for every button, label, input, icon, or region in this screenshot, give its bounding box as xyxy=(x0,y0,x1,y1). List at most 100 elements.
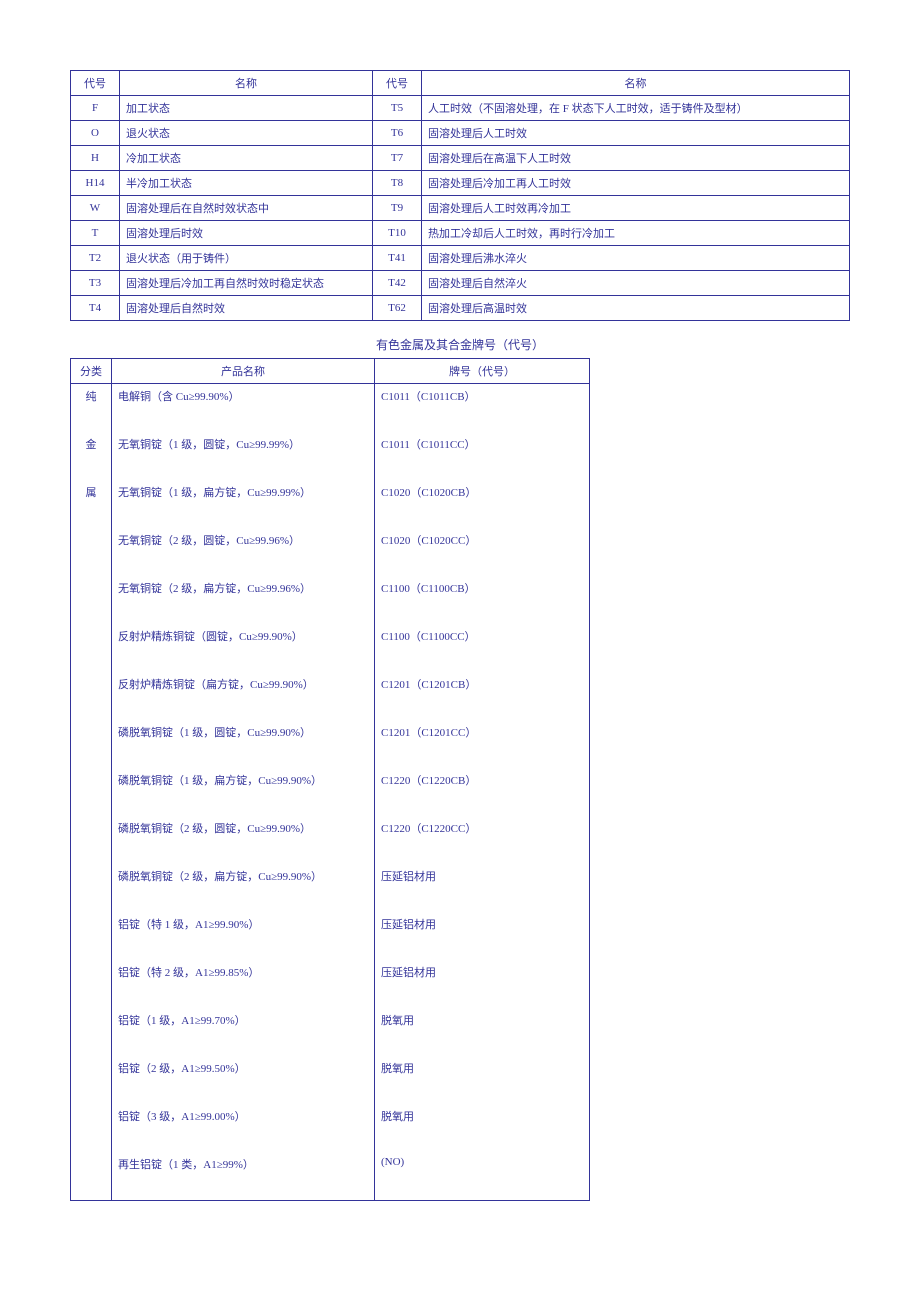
table-cell: 加工状态 xyxy=(120,96,373,121)
table-row: 铝锭（特 1 级，A1≥99.90%）压延铝材用 xyxy=(71,912,590,960)
table-row: 铝锭（1 级，A1≥99.70%）脱氧用 xyxy=(71,1008,590,1056)
table-row: T4固溶处理后自然时效T62固溶处理后高温时效 xyxy=(71,296,850,321)
table-cell: 固溶处理后在高温下人工时效 xyxy=(422,146,850,171)
table-cell-product: 无氧铜锭（1 级，圆锭，Cu≥99.99%） xyxy=(112,432,375,480)
table-row: T2退火状态（用于铸件）T41固溶处理后沸水淬火 xyxy=(71,246,850,271)
table-cell-grade: 脱氧用 xyxy=(375,1008,590,1056)
table-cell-category xyxy=(71,1008,112,1056)
header-category: 分类 xyxy=(71,359,112,384)
table-temper-codes: 代号 名称 代号 名称 F加工状态T5人工时效（不固溶处理，在 F 状态下人工时… xyxy=(70,70,850,321)
table-cell: T6 xyxy=(373,121,422,146)
table-cell-product: 无氧铜锭（1 级，扁方锭，Cu≥99.99%） xyxy=(112,480,375,528)
table-cell-grade: C1011（C1011CC） xyxy=(375,432,590,480)
table-cell: 固溶处理后人工时效再冷加工 xyxy=(422,196,850,221)
table-row: F加工状态T5人工时效（不固溶处理，在 F 状态下人工时效，适于铸件及型材） xyxy=(71,96,850,121)
table-cell: 冷加工状态 xyxy=(120,146,373,171)
table-cell-grade: 压延铝材用 xyxy=(375,960,590,1008)
table-cell-grade: C1220（C1220CB） xyxy=(375,768,590,816)
table-cell: 固溶处理后时效 xyxy=(120,221,373,246)
table-cell: T62 xyxy=(373,296,422,321)
table-cell: T42 xyxy=(373,271,422,296)
header-product: 产品名称 xyxy=(112,359,375,384)
table-row: 金无氧铜锭（1 级，圆锭，Cu≥99.99%）C1011（C1011CC） xyxy=(71,432,590,480)
table-cell: 固溶处理后人工时效 xyxy=(422,121,850,146)
table-cell: 人工时效（不固溶处理，在 F 状态下人工时效，适于铸件及型材） xyxy=(422,96,850,121)
table-row: H冷加工状态T7固溶处理后在高温下人工时效 xyxy=(71,146,850,171)
table-cell-product: 铝锭（2 级，A1≥99.50%） xyxy=(112,1056,375,1104)
table-cell-product: 反射炉精炼铜锭（扁方锭，Cu≥99.90%） xyxy=(112,672,375,720)
table-cell-product: 铝锭（特 1 级，A1≥99.90%） xyxy=(112,912,375,960)
table-cell: 固溶处理后冷加工再自然时效时稳定状态 xyxy=(120,271,373,296)
table-cell: H xyxy=(71,146,120,171)
table-cell-grade: C1220（C1220CC） xyxy=(375,816,590,864)
table-cell-category xyxy=(71,576,112,624)
table-row: 无氧铜锭（2 级，圆锭，Cu≥99.96%）C1020（C1020CC） xyxy=(71,528,590,576)
table-row: 磷脱氧铜锭（2 级，圆锭，Cu≥99.90%）C1220（C1220CC） xyxy=(71,816,590,864)
table-cell-category xyxy=(71,816,112,864)
table-cell-product: 磷脱氧铜锭（1 级，扁方锭，Cu≥99.90%） xyxy=(112,768,375,816)
table-row: 纯电解铜（含 Cu≥99.90%）C1011（C1011CB） xyxy=(71,384,590,433)
table-row: 铝锭（3 级，A1≥99.00%）脱氧用 xyxy=(71,1104,590,1152)
table-cell: F xyxy=(71,96,120,121)
table-cell-product: 铝锭（3 级，A1≥99.00%） xyxy=(112,1104,375,1152)
table-row: T3固溶处理后冷加工再自然时效时稳定状态T42固溶处理后自然淬火 xyxy=(71,271,850,296)
header-name2: 名称 xyxy=(422,71,850,96)
table-cell-category xyxy=(71,912,112,960)
table-row: O退火状态T6固溶处理后人工时效 xyxy=(71,121,850,146)
table-cell-grade: C1100（C1100CB） xyxy=(375,576,590,624)
table-cell: T41 xyxy=(373,246,422,271)
table-row: 再生铝锭（1 类，A1≥99%）(NO) xyxy=(71,1152,590,1201)
table-cell-grade: 脱氧用 xyxy=(375,1104,590,1152)
table-cell: H14 xyxy=(71,171,120,196)
table-cell: T9 xyxy=(373,196,422,221)
table-cell-product: 磷脱氧铜锭（1 级，圆锭，Cu≥99.90%） xyxy=(112,720,375,768)
table-cell-category: 金 xyxy=(71,432,112,480)
table-cell: T10 xyxy=(373,221,422,246)
table-cell-category xyxy=(71,672,112,720)
table-cell-category xyxy=(71,720,112,768)
table-cell-category xyxy=(71,528,112,576)
table-header-row: 代号 名称 代号 名称 xyxy=(71,71,850,96)
table-cell-grade: (NO) xyxy=(375,1152,590,1201)
table-cell-grade: C1201（C1201CB） xyxy=(375,672,590,720)
table-cell: 固溶处理后自然淬火 xyxy=(422,271,850,296)
table-cell-grade: C1020（C1020CB） xyxy=(375,480,590,528)
table-cell-category xyxy=(71,768,112,816)
table-cell-grade: 脱氧用 xyxy=(375,1056,590,1104)
header-name1: 名称 xyxy=(120,71,373,96)
table-header-row: 分类 产品名称 牌号（代号） xyxy=(71,359,590,384)
table-cell-category xyxy=(71,1152,112,1201)
table-cell-category xyxy=(71,1056,112,1104)
table-cell-category: 属 xyxy=(71,480,112,528)
table-cell-product: 无氧铜锭（2 级，扁方锭，Cu≥99.96%） xyxy=(112,576,375,624)
table-cell-category xyxy=(71,1104,112,1152)
header-code2: 代号 xyxy=(373,71,422,96)
table-cell: 退火状态（用于铸件） xyxy=(120,246,373,271)
table-cell: 固溶处理后高温时效 xyxy=(422,296,850,321)
header-code1: 代号 xyxy=(71,71,120,96)
table-cell: 固溶处理后自然时效 xyxy=(120,296,373,321)
table-cell: 固溶处理后沸水淬火 xyxy=(422,246,850,271)
table-row: 属无氧铜锭（1 级，扁方锭，Cu≥99.99%）C1020（C1020CB） xyxy=(71,480,590,528)
table-cell-product: 无氧铜锭（2 级，圆锭，Cu≥99.96%） xyxy=(112,528,375,576)
table-row: 反射炉精炼铜锭（圆锭，Cu≥99.90%）C1100（C1100CC） xyxy=(71,624,590,672)
table-row: T固溶处理后时效T10热加工冷却后人工时效，再时行冷加工 xyxy=(71,221,850,246)
table-cell: 退火状态 xyxy=(120,121,373,146)
table-cell-grade: 压延铝材用 xyxy=(375,864,590,912)
table-row: 磷脱氧铜锭（1 级，扁方锭，Cu≥99.90%）C1220（C1220CB） xyxy=(71,768,590,816)
table-cell: T2 xyxy=(71,246,120,271)
table-cell-product: 磷脱氧铜锭（2 级，圆锭，Cu≥99.90%） xyxy=(112,816,375,864)
table-cell-product: 铝锭（1 级，A1≥99.70%） xyxy=(112,1008,375,1056)
table-cell: T3 xyxy=(71,271,120,296)
table-cell: 固溶处理后在自然时效状态中 xyxy=(120,196,373,221)
table-cell: T4 xyxy=(71,296,120,321)
table-cell-category xyxy=(71,864,112,912)
table-row: H14半冷加工状态T8固溶处理后冷加工再人工时效 xyxy=(71,171,850,196)
table-row: 铝锭（特 2 级，A1≥99.85%）压延铝材用 xyxy=(71,960,590,1008)
table-cell-product: 再生铝锭（1 类，A1≥99%） xyxy=(112,1152,375,1201)
table-row: 磷脱氧铜锭（1 级，圆锭，Cu≥99.90%）C1201（C1201CC） xyxy=(71,720,590,768)
table-row: 反射炉精炼铜锭（扁方锭，Cu≥99.90%）C1201（C1201CB） xyxy=(71,672,590,720)
table-cell-grade: C1020（C1020CC） xyxy=(375,528,590,576)
table-cell-category xyxy=(71,624,112,672)
table-cell-category xyxy=(71,960,112,1008)
